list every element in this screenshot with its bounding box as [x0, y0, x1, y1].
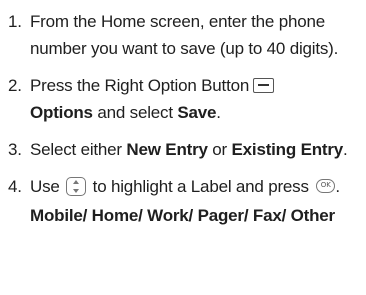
step-2: 2. Press the Right Option Button Options … [8, 72, 356, 126]
new-entry-label: New Entry [126, 140, 208, 159]
step-3: 3. Select either New Entry or Existing E… [8, 136, 356, 163]
step-number: 2. [8, 76, 22, 95]
save-label: Save [177, 103, 217, 122]
step-text-before: Select either [30, 140, 127, 159]
step-1: 1. From the Home screen, enter the phone… [8, 8, 356, 62]
step-text-before: Use [30, 177, 65, 196]
step-number: 1. [8, 12, 22, 31]
navigation-key-icon [66, 176, 87, 196]
step-text-mid: or [207, 140, 232, 159]
step-text-mid: and select [92, 103, 178, 122]
step-number: 3. [8, 140, 22, 159]
step-text: Select either New Entry or Existing Entr… [30, 136, 356, 163]
step-text-before: Press the Right Option Button [30, 76, 250, 95]
instruction-page: 1. From the Home screen, enter the phone… [0, 0, 366, 295]
options-label: Options [30, 103, 93, 122]
step-text: Press the Right Option Button Options and… [30, 72, 356, 126]
step-text-end: . [343, 140, 348, 159]
step-text-mid: to highlight a Label and press [88, 177, 314, 196]
step-number: 4. [8, 177, 22, 196]
ok-key-icon: OK [316, 179, 336, 194]
right-softkey-icon [253, 77, 275, 93]
step-text-end: . [335, 177, 340, 196]
step-4: 4. Use to highlight a Label and press OK… [8, 173, 356, 229]
step-text-end: . [216, 103, 221, 122]
existing-entry-label: Existing Entry [231, 140, 344, 159]
step-text: From the Home screen, enter the phone nu… [30, 12, 339, 58]
label-options: Mobile/ Home/ Work/ Pager/ Fax/ Other [30, 206, 335, 225]
step-text: Use to highlight a Label and press OK. [30, 173, 356, 200]
